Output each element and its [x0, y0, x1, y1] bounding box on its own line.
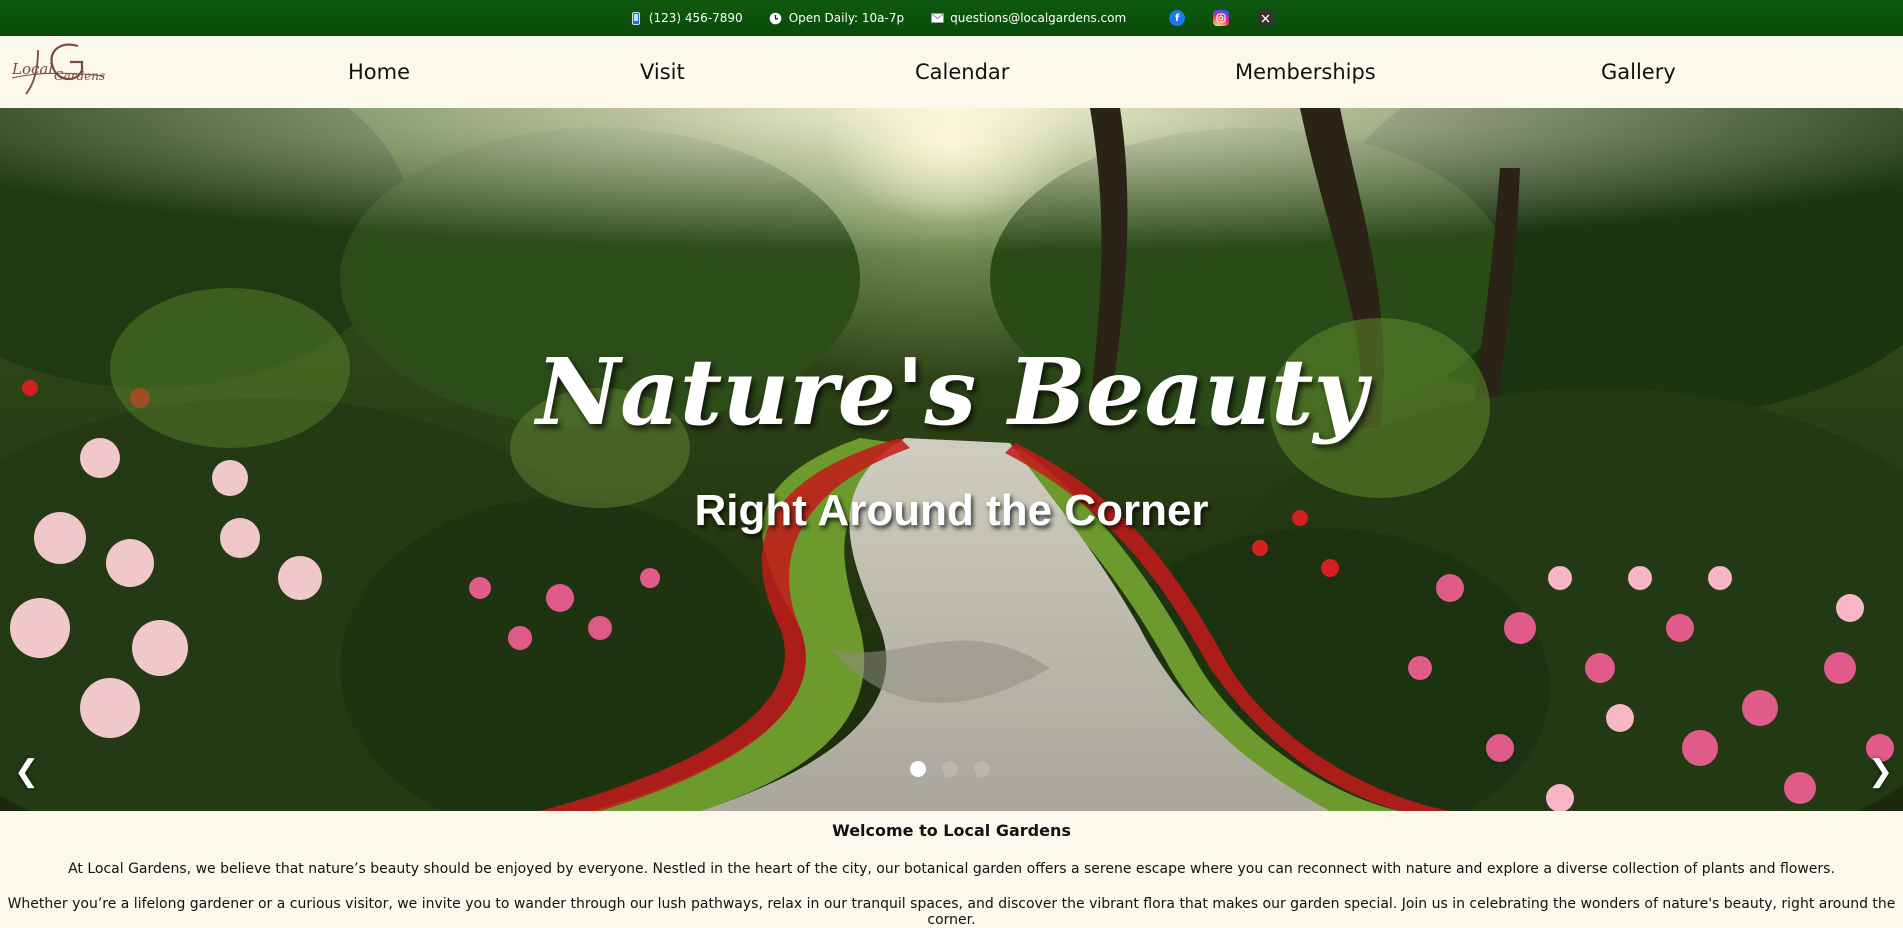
welcome-section: Welcome to Local Gardens At Local Garden… — [0, 811, 1903, 928]
logo-text-local: Local — [11, 60, 53, 78]
facebook-icon[interactable]: f — [1169, 10, 1186, 26]
carousel-dot-2[interactable] — [942, 761, 958, 777]
nav-gallery[interactable]: Gallery — [1601, 60, 1676, 84]
welcome-paragraph-2: Whether you’re a lifelong gardener or a … — [7, 896, 1896, 928]
x-icon[interactable] — [1257, 10, 1274, 26]
local-gardens-logo[interactable]: Local Gardens — [8, 40, 108, 104]
welcome-paragraph-1: At Local Gardens, we believe that nature… — [68, 861, 1835, 877]
social-links: f — [1155, 10, 1287, 26]
nav-calendar[interactable]: Calendar — [915, 60, 1009, 84]
nav-home[interactable]: Home — [348, 60, 410, 84]
hero-subtitle: Right Around the Corner — [694, 486, 1209, 535]
hero-title: Nature's Beauty — [536, 338, 1367, 446]
hours-info: Open Daily: 10a-7p — [769, 11, 904, 25]
hero-carousel: Nature's Beauty Right Around the Corner … — [0, 108, 1903, 811]
email-contact[interactable]: questions@localgardens.com — [930, 11, 1126, 25]
welcome-heading: Welcome to Local Gardens — [832, 821, 1071, 840]
phone-contact[interactable]: (123) 456-7890 — [629, 11, 743, 25]
phone-number: (123) 456-7890 — [648, 11, 743, 25]
carousel-dot-3[interactable] — [974, 761, 990, 777]
carousel-next-button[interactable]: ❯ — [1868, 754, 1893, 789]
nav-memberships[interactable]: Memberships — [1235, 60, 1376, 84]
carousel-dot-1[interactable] — [910, 761, 926, 777]
nav-visit[interactable]: Visit — [640, 60, 685, 84]
opening-hours: Open Daily: 10a-7p — [788, 11, 905, 25]
phone-icon — [629, 11, 643, 25]
top-contact-bar: (123) 456-7890 Open Daily: 10a-7p questi… — [0, 0, 1903, 36]
instagram-icon[interactable] — [1213, 10, 1230, 26]
clock-icon — [769, 11, 783, 25]
carousel-prev-button[interactable]: ❮ — [14, 754, 39, 789]
carousel-indicators — [910, 761, 1006, 777]
envelope-icon — [930, 11, 944, 25]
main-navigation: Local Gardens Home Visit Calendar Member… — [0, 36, 1903, 108]
logo-text-gardens: Gardens — [54, 69, 105, 83]
garden-path-image — [0, 108, 1903, 811]
email-address: questions@localgardens.com — [950, 11, 1127, 25]
